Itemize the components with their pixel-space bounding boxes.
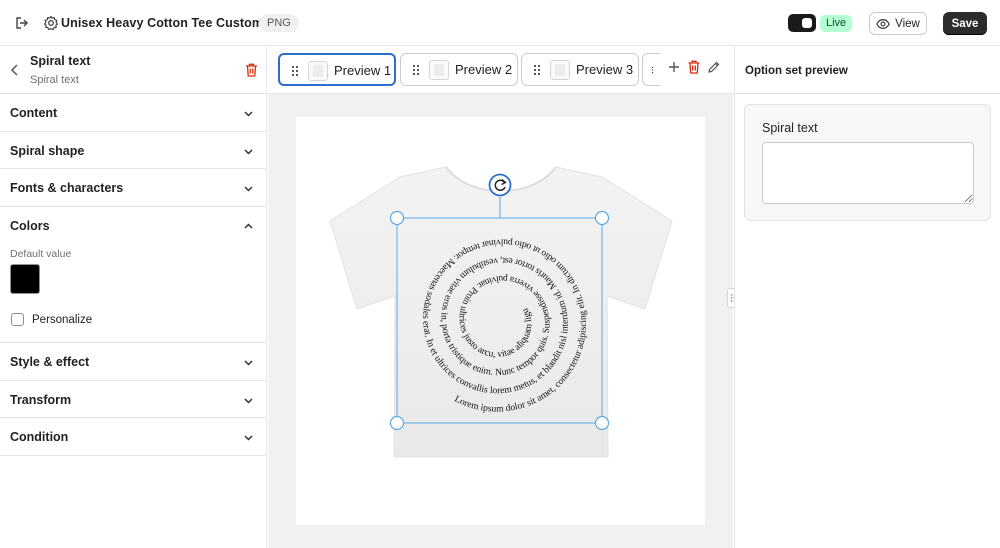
- default-value-label: Default value: [10, 248, 72, 260]
- default-color-swatch[interactable]: [10, 264, 40, 294]
- section-content-label: Content: [10, 106, 58, 120]
- section-content[interactable]: Content: [0, 94, 266, 132]
- view-button[interactable]: View: [869, 12, 927, 35]
- gear-icon[interactable]: [43, 15, 59, 31]
- resize-handle-bottom-left[interactable]: [389, 415, 405, 431]
- personalize-label[interactable]: Personalize: [32, 314, 92, 326]
- spiral-text-field-label: Spiral text: [762, 121, 818, 135]
- design-canvas[interactable]: Lorem ipsum dolor sit amet, consectetur …: [292, 109, 705, 525]
- view-button-label: View: [895, 17, 920, 30]
- toggle-knob: [802, 18, 812, 28]
- live-badge: Live: [820, 15, 853, 32]
- preview-thumbnail: [550, 60, 570, 80]
- chevron-down-icon: [244, 360, 253, 366]
- eye-icon: [876, 18, 890, 29]
- preview-thumbnail: [308, 61, 328, 81]
- exit-icon[interactable]: [14, 15, 30, 31]
- plus-icon[interactable]: [667, 60, 681, 74]
- section-condition-label: Condition: [10, 430, 69, 444]
- section-colors-label: Colors: [10, 218, 50, 233]
- tab-preview-overflow[interactable]: [642, 53, 660, 86]
- section-style-label: Style & effect: [10, 355, 90, 369]
- pencil-icon[interactable]: [707, 60, 721, 74]
- spiral-text-option-card: Spiral text: [744, 104, 991, 221]
- section-transform[interactable]: Transform: [0, 381, 266, 418]
- product-title: Unisex Heavy Cotton Tee Customix: [61, 16, 274, 30]
- tab-label: Preview 3: [576, 62, 634, 77]
- preview-panel-header: Option set preview: [735, 47, 1000, 94]
- back-chevron-icon[interactable]: [8, 63, 22, 77]
- drag-handle-icon[interactable]: [291, 65, 299, 77]
- resize-handle-bottom-right[interactable]: [594, 415, 610, 431]
- spiral-text-input[interactable]: [762, 142, 974, 204]
- format-badge: PNG: [259, 14, 299, 32]
- section-fonts-label: Fonts & characters: [10, 181, 124, 195]
- tab-label: Preview 2: [455, 62, 513, 77]
- delete-layer-icon[interactable]: [245, 63, 258, 77]
- editor-area: Preview 1 Preview 2 Preview 3 Lorem ipsu…: [268, 47, 733, 548]
- section-style-effect[interactable]: Style & effect: [0, 343, 266, 381]
- section-condition[interactable]: Condition: [0, 418, 266, 456]
- section-spiral-shape-label: Spiral shape: [10, 143, 85, 158]
- drag-handle-icon[interactable]: [650, 64, 655, 76]
- delete-preview-icon[interactable]: [687, 60, 701, 74]
- layer-title: Spiral text: [30, 54, 91, 68]
- chevron-up-icon: [244, 222, 253, 229]
- chevron-down-icon: [244, 435, 253, 441]
- chevron-down-icon: [244, 111, 253, 117]
- layer-settings-panel: Spiral text Spiral text Content Spiral s…: [0, 47, 267, 548]
- resize-handle-top-left[interactable]: [389, 210, 405, 226]
- section-transform-label: Transform: [10, 392, 72, 407]
- drag-handle-icon[interactable]: [533, 64, 541, 76]
- option-set-preview-panel: Option set preview Spiral text: [734, 47, 1000, 548]
- layer-subtitle: Spiral text: [30, 74, 79, 86]
- section-spiral-shape[interactable]: Spiral shape: [0, 132, 266, 169]
- tab-preview-1[interactable]: Preview 1: [278, 53, 396, 86]
- preview-panel-title: Option set preview: [745, 65, 848, 77]
- panel-header: Spiral text Spiral text: [0, 47, 266, 94]
- tab-label: Preview 1: [334, 63, 392, 78]
- preview-thumbnail: [429, 60, 449, 80]
- resize-handle-top-right[interactable]: [594, 210, 610, 226]
- colors-section-body: Default value Personalize: [0, 244, 266, 343]
- section-fonts[interactable]: Fonts & characters: [0, 169, 266, 207]
- top-bar: Unisex Heavy Cotton Tee Customix PNG Liv…: [0, 0, 1000, 46]
- preview-tabs: Preview 1 Preview 2 Preview 3: [268, 47, 733, 94]
- live-toggle[interactable]: [788, 14, 816, 32]
- chevron-down-icon: [244, 397, 253, 404]
- tab-preview-3[interactable]: Preview 3: [521, 53, 639, 86]
- save-button[interactable]: Save: [943, 12, 987, 35]
- section-colors[interactable]: Colors: [0, 207, 266, 245]
- tab-preview-2[interactable]: Preview 2: [400, 53, 518, 86]
- drag-handle-icon[interactable]: [412, 64, 420, 76]
- chevron-down-icon: [244, 148, 253, 155]
- personalize-checkbox[interactable]: [11, 313, 24, 326]
- canvas-artwork: Lorem ipsum dolor sit amet, consectetur …: [292, 109, 673, 458]
- rotate-handle-icon[interactable]: [488, 173, 512, 197]
- chevron-down-icon: [244, 186, 253, 192]
